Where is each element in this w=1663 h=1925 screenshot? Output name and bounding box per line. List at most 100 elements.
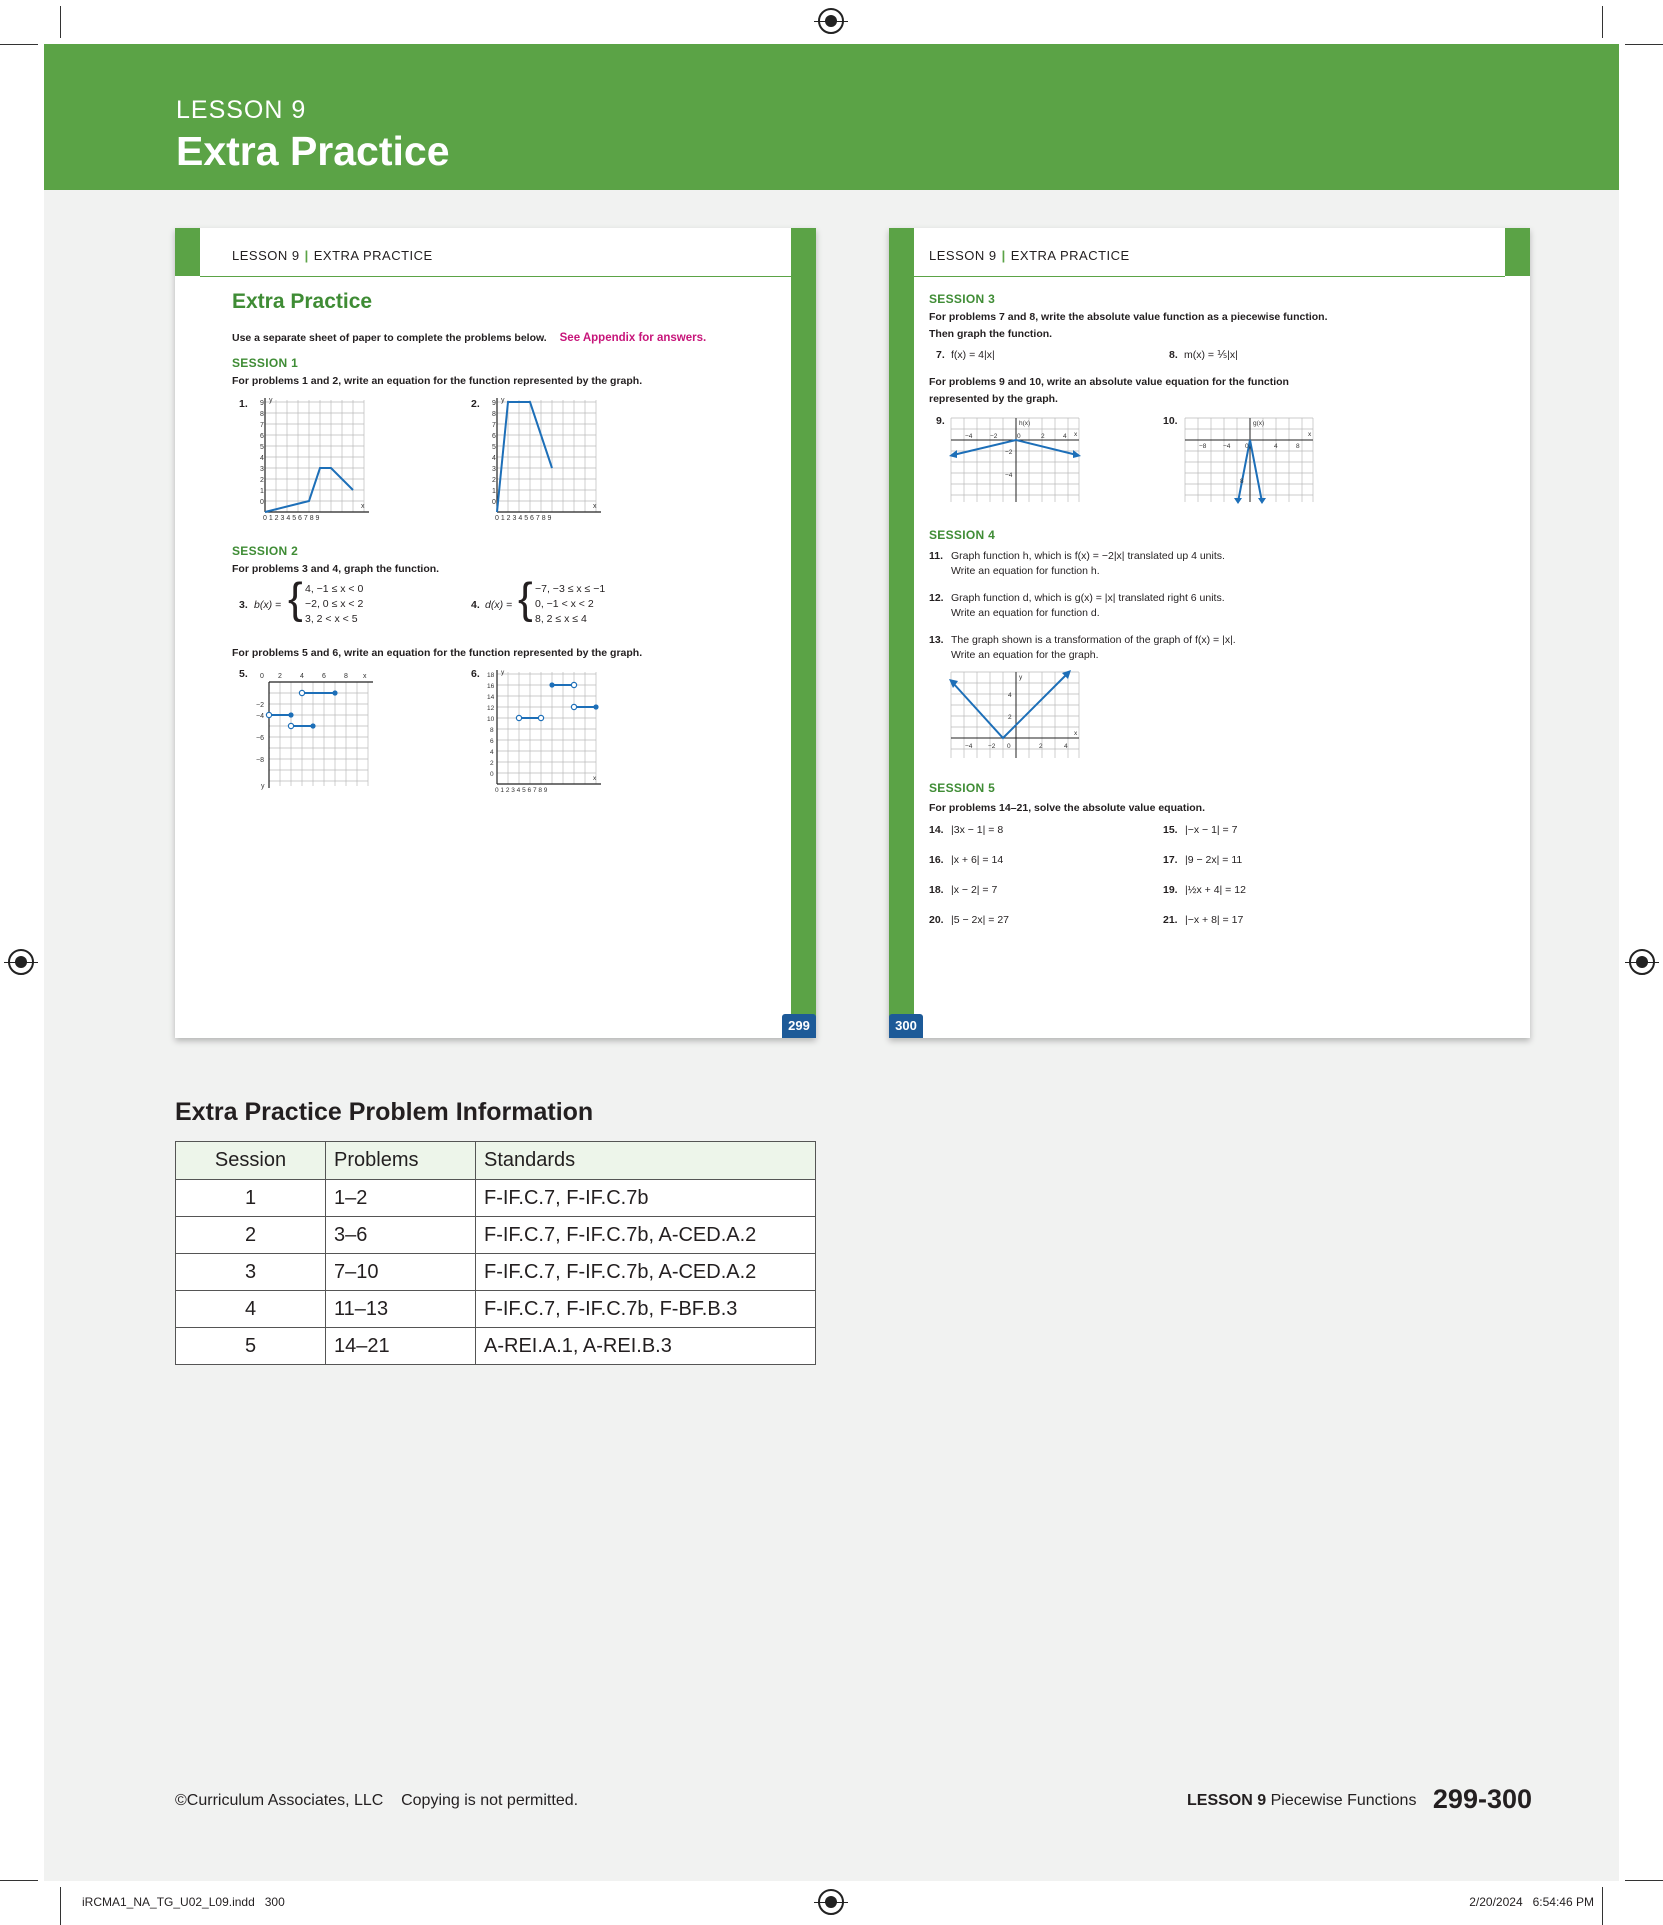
registration-mark-icon bbox=[814, 1889, 848, 1915]
session-3-heading: SESSION 3 bbox=[929, 292, 996, 306]
registration-mark-icon bbox=[1625, 949, 1659, 975]
page-number: 300 bbox=[889, 1014, 923, 1038]
page-title: Extra Practice bbox=[232, 290, 373, 313]
problem-info-table: Session Problems Standards 1 1–2 F-IF.C.… bbox=[175, 1141, 816, 1365]
page-side-strip bbox=[791, 228, 816, 1038]
equation-text: |3x − 1| = 8 bbox=[951, 824, 1004, 836]
svg-text:0: 0 bbox=[260, 673, 264, 680]
svg-text:8: 8 bbox=[260, 411, 264, 418]
svg-text:2: 2 bbox=[1008, 714, 1012, 721]
table-cell: 2 bbox=[175, 1216, 326, 1254]
page-footer: LESSON 9 Piecewise Functions 299-300 bbox=[1187, 1784, 1532, 1815]
footer-topic: Piecewise Functions bbox=[1270, 1792, 1417, 1809]
equation-text: |9 − 2x| = 11 bbox=[1185, 854, 1243, 866]
svg-text:12: 12 bbox=[487, 705, 495, 712]
svg-text:16: 16 bbox=[487, 683, 495, 690]
case-line: 3, 2 < x < 5 bbox=[305, 613, 358, 625]
print-timestamp: 2/20/2024 6:54:46 PM bbox=[1469, 1895, 1594, 1909]
table-cell: 5 bbox=[175, 1327, 326, 1365]
banner-title: Extra Practice bbox=[176, 128, 450, 174]
table-row: 3 7–10 F-IF.C.7, F-IF.C.7b, A-CED.A.2 bbox=[175, 1253, 816, 1291]
appendix-link[interactable]: See Appendix for answers. bbox=[560, 332, 707, 344]
equation-number: 20. bbox=[929, 914, 944, 926]
svg-text:x: x bbox=[1074, 730, 1078, 737]
page-tab bbox=[1505, 228, 1530, 276]
svg-text:−4: −4 bbox=[965, 433, 973, 440]
svg-text:−2: −2 bbox=[1005, 449, 1013, 456]
problem-3-function: b(x) = bbox=[254, 599, 282, 611]
crop-mark bbox=[1602, 1887, 1603, 1925]
svg-text:h(x): h(x) bbox=[1019, 420, 1030, 427]
header-rule bbox=[914, 276, 1505, 277]
problem-4-cases: −7, −3 ≤ x ≤ −1 0, −1 < x < 2 8, 2 ≤ x ≤… bbox=[535, 582, 605, 627]
graph-problem-5: 0 2 4 6 8 x −2 −4 −6 −8 y bbox=[256, 673, 373, 790]
svg-text:−2: −2 bbox=[988, 743, 996, 750]
equation-text: |x + 6| = 14 bbox=[951, 854, 1004, 866]
table-row: 1 1–2 F-IF.C.7, F-IF.C.7b bbox=[175, 1179, 816, 1217]
session-1-directions: For problems 1 and 2, write an equation … bbox=[232, 375, 643, 387]
case-line: 0, −1 < x < 2 bbox=[535, 598, 594, 610]
column-header: Standards bbox=[475, 1141, 816, 1180]
problem-1-label: 1. bbox=[239, 398, 248, 410]
svg-text:−4: −4 bbox=[1005, 472, 1013, 479]
header-separator: | bbox=[304, 248, 309, 263]
table-cell: 1–2 bbox=[325, 1179, 476, 1217]
table-cell: F-IF.C.7, F-IF.C.7b, A-CED.A.2 bbox=[475, 1216, 816, 1254]
problem-11-text: Graph function h, which is f(x) = −2|x| … bbox=[951, 550, 1225, 562]
svg-text:−8: −8 bbox=[256, 757, 264, 764]
svg-text:2: 2 bbox=[1041, 433, 1045, 440]
header-separator: | bbox=[1001, 248, 1006, 263]
svg-text:g(x): g(x) bbox=[1253, 420, 1264, 427]
problem-10-label: 10. bbox=[1163, 415, 1178, 427]
svg-text:x: x bbox=[593, 503, 597, 510]
problem-3-label: 3. bbox=[239, 599, 248, 611]
equation-number: 14. bbox=[929, 824, 944, 836]
svg-text:6: 6 bbox=[492, 433, 496, 440]
problem-11-label: 11. bbox=[929, 550, 944, 562]
svg-text:−8: −8 bbox=[1199, 443, 1207, 450]
svg-text:y: y bbox=[261, 783, 265, 790]
svg-text:18: 18 bbox=[487, 672, 495, 679]
problem-13-text-2: Write an equation for the graph. bbox=[951, 649, 1099, 661]
header-section: EXTRA PRACTICE bbox=[313, 248, 433, 263]
registration-mark-icon bbox=[814, 8, 848, 34]
svg-text:0 1 2 3 4 5 6 7 8 9: 0 1 2 3 4 5 6 7 8 9 bbox=[263, 515, 320, 522]
svg-text:4: 4 bbox=[260, 455, 264, 462]
svg-text:8: 8 bbox=[344, 673, 348, 680]
problem-4-label: 4. bbox=[471, 599, 480, 611]
equation-number: 16. bbox=[929, 854, 944, 866]
table-cell: 11–13 bbox=[325, 1290, 476, 1328]
svg-text:−6: −6 bbox=[256, 735, 264, 742]
session-1-heading: SESSION 1 bbox=[232, 356, 299, 370]
svg-text:8: 8 bbox=[492, 411, 496, 418]
svg-text:7: 7 bbox=[492, 422, 496, 429]
page-side-strip bbox=[889, 228, 914, 1038]
svg-text:0: 0 bbox=[492, 499, 496, 506]
svg-text:−2: −2 bbox=[256, 702, 264, 709]
header-rule bbox=[200, 276, 791, 277]
page-tab bbox=[175, 228, 200, 276]
svg-text:1: 1 bbox=[260, 488, 264, 495]
column-header: Problems bbox=[325, 1141, 476, 1180]
equation-number: 19. bbox=[1163, 884, 1178, 896]
graph-problem-13: −4 −2 0 2 4 y x 4 2 bbox=[949, 670, 1080, 758]
session-3-directions: For problems 7 and 8, write the absolute… bbox=[929, 311, 1328, 323]
svg-text:9: 9 bbox=[260, 400, 264, 407]
svg-text:0: 0 bbox=[1017, 433, 1021, 440]
copyright-notice: ©Curriculum Associates, LLC Copying is n… bbox=[175, 1792, 579, 1809]
table-cell: 4 bbox=[175, 1290, 326, 1328]
graph-problem-10: −8 −4 0 4 8 g(x) x 8 bbox=[1184, 417, 1314, 504]
svg-text:5: 5 bbox=[492, 444, 496, 451]
svg-text:2: 2 bbox=[492, 477, 496, 484]
graph-problem-1: 9 8 7 6 5 4 3 2 1 0 0 1 2 3 4 5 6 7 8 9 y x bbox=[260, 397, 369, 522]
header-section: EXTRA PRACTICE bbox=[1010, 248, 1130, 263]
svg-text:y: y bbox=[501, 669, 505, 676]
session-2-directions: For problems 3 and 4, graph the function… bbox=[232, 563, 440, 575]
case-line: −7, −3 ≤ x ≤ −1 bbox=[535, 583, 606, 595]
svg-text:0: 0 bbox=[1007, 743, 1011, 750]
table-cell: 3 bbox=[175, 1253, 326, 1291]
problem-12-text-2: Write an equation for function d. bbox=[951, 607, 1100, 619]
svg-text:6: 6 bbox=[322, 673, 326, 680]
problem-7-label: 7. bbox=[936, 349, 945, 361]
case-line: 4, −1 ≤ x < 0 bbox=[305, 583, 364, 595]
